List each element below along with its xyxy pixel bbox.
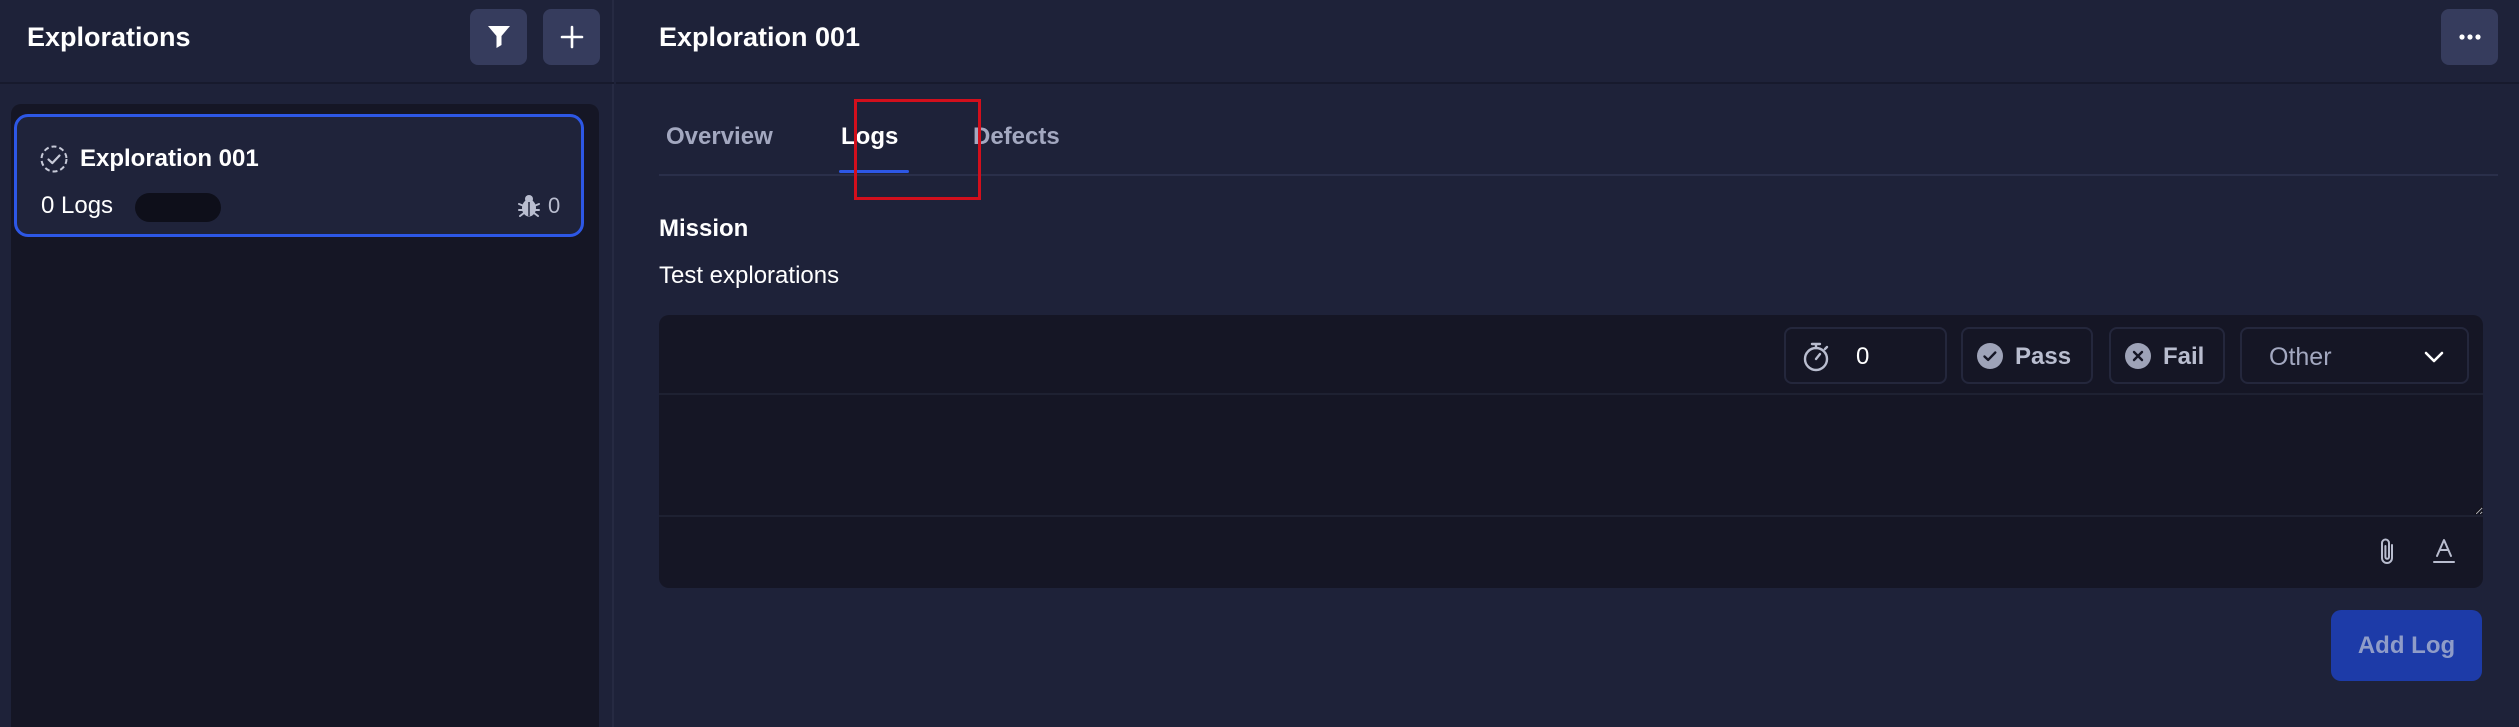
ellipsis-icon — [2458, 34, 2481, 40]
chevron-down-icon — [2424, 351, 2444, 363]
tab-overview[interactable]: Overview — [666, 122, 773, 152]
exploration-card-logs: 0 Logs — [41, 192, 114, 219]
log-text-input[interactable] — [659, 397, 2483, 517]
exploration-card[interactable]: Exploration 001 0 Logs 0 — [14, 114, 584, 237]
bug-icon — [518, 195, 540, 217]
mission-label: Mission — [659, 215, 749, 242]
sidebar: Explorations Exploration 001 0 Logs 0 — [0, 0, 614, 727]
paperclip-icon[interactable] — [2376, 537, 2400, 567]
timer-field[interactable]: 0 — [1784, 327, 1947, 384]
exploration-card-progress — [135, 193, 221, 222]
sidebar-header: Explorations — [0, 0, 614, 84]
dashed-check-circle-icon — [40, 145, 68, 173]
page-title: Exploration 001 — [659, 22, 861, 52]
pass-button[interactable]: Pass — [1961, 327, 2093, 384]
more-options-button[interactable] — [2441, 9, 2498, 65]
main-header: Exploration 001 — [616, 0, 2519, 84]
exploration-list: Exploration 001 0 Logs 0 — [11, 104, 599, 727]
add-log-button[interactable]: Add Log — [2331, 610, 2482, 681]
fail-button[interactable]: Fail — [2109, 327, 2225, 384]
add-exploration-button[interactable] — [543, 9, 600, 65]
filter-button[interactable] — [470, 9, 527, 65]
pass-label: Pass — [2015, 343, 2072, 370]
exploration-card-defects-count: 0 — [548, 193, 561, 218]
mission-text: Test explorations — [659, 262, 840, 289]
log-type-select[interactable]: Other — [2240, 327, 2469, 384]
log-editor: 0 Pass Fail Other — [659, 315, 2483, 588]
fail-label: Fail — [2163, 343, 2205, 370]
timer-value: 0 — [1856, 343, 1870, 370]
filter-icon — [487, 26, 510, 48]
tab-defects[interactable]: Defects — [973, 122, 1060, 152]
log-type-value: Other — [2269, 343, 2332, 371]
text-format-icon[interactable] — [2432, 537, 2456, 565]
x-circle-icon — [2125, 343, 2151, 369]
check-circle-icon — [1977, 343, 2003, 369]
plus-icon — [560, 25, 583, 49]
highlight-box — [854, 99, 981, 200]
sidebar-title: Explorations — [27, 22, 191, 52]
stopwatch-icon — [1803, 342, 1829, 372]
log-toolbar: 0 Pass Fail Other — [659, 315, 2483, 395]
app-window: Explorations Exploration 001 0 Logs 0 Ex… — [0, 0, 2519, 727]
exploration-card-title: Exploration 001 — [80, 145, 259, 172]
